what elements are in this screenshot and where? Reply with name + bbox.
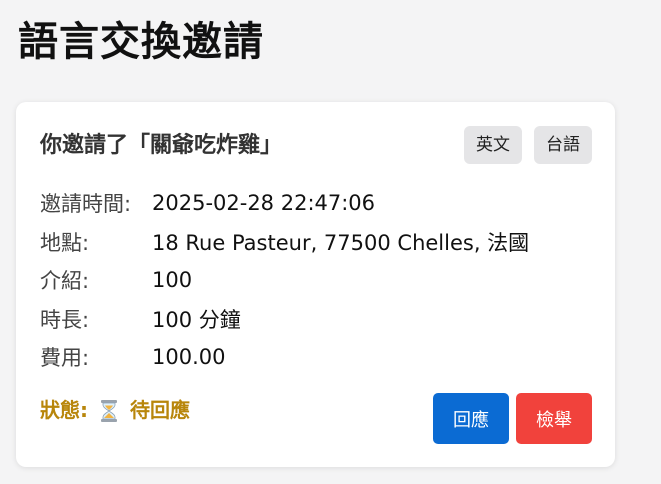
detail-value: 18 Rue Pasteur, 77500 Chelles, 法國 (152, 230, 530, 255)
detail-row-location: 地點: 18 Rue Pasteur, 77500 Chelles, 法國 (40, 223, 600, 262)
detail-row-intro: 介紹: 100 (40, 261, 600, 300)
status-badge: 狀態: 待回應 (40, 392, 190, 428)
detail-row-fee: 費用: 100.00 (40, 338, 600, 377)
status-label: 狀態: (40, 398, 88, 422)
detail-label: 地點: (40, 230, 90, 255)
invitation-title: 你邀請了「關爺吃炸雞」 (40, 133, 283, 158)
detail-value: 100 分鐘 (152, 307, 241, 332)
detail-row-time: 邀請時間: 2025-02-28 22:47:06 (40, 184, 600, 223)
status-text: 待回應 (130, 398, 190, 422)
language-tags: 英文 台語 (464, 126, 592, 164)
detail-label: 費用: (40, 346, 90, 371)
detail-value: 100 (152, 268, 193, 293)
invitation-actions: 回應 檢舉 (433, 393, 592, 444)
language-tag-english: 英文 (464, 126, 522, 164)
detail-label: 邀請時間: (40, 192, 132, 217)
detail-label: 介紹: (40, 269, 90, 294)
language-tag-taiwanese: 台語 (534, 126, 592, 164)
invitation-card: 你邀請了「關爺吃炸雞」 英文 台語 邀請時間: 2025-02-28 22:47… (16, 102, 615, 467)
detail-value: 2025-02-28 22:47:06 (152, 191, 376, 216)
detail-label: 時長: (40, 307, 90, 332)
invitation-details: 邀請時間: 2025-02-28 22:47:06 地點: 18 Rue Pas… (40, 184, 600, 377)
detail-value: 100.00 (152, 345, 226, 370)
report-button[interactable]: 檢舉 (516, 393, 592, 444)
page-title: 語言交換邀請 (18, 19, 264, 65)
reply-button[interactable]: 回應 (433, 393, 509, 444)
detail-row-duration: 時長: 100 分鐘 (40, 300, 600, 339)
hourglass-icon (98, 398, 120, 422)
